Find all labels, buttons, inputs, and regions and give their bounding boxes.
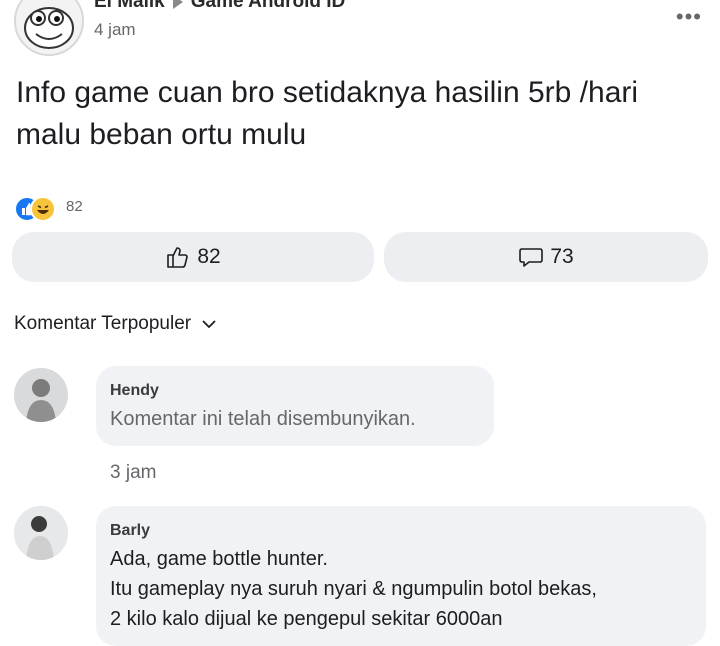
comment-text: Komentar ini telah disembunyikan. bbox=[110, 408, 416, 430]
like-count: 82 bbox=[197, 245, 221, 268]
comment-line: 2 kilo kalo dijual ke pengepul sekitar 6… bbox=[110, 608, 503, 630]
reaction-count: 82 bbox=[66, 198, 83, 215]
comment-line: Itu gameplay nya suruh nyari & ngumpulin… bbox=[110, 578, 597, 600]
like-button[interactable]: 82 bbox=[12, 232, 374, 282]
post-text: Info game cuan bro setidaknya hasilin 5r… bbox=[16, 76, 639, 151]
comment-time: 3 jam bbox=[110, 462, 157, 483]
comment-sort-dropdown[interactable]: Komentar Terpopuler bbox=[14, 313, 217, 335]
commenter-avatar[interactable] bbox=[14, 368, 68, 422]
thumbs-up-icon bbox=[167, 247, 189, 268]
comment-button[interactable]: 73 bbox=[384, 232, 708, 282]
chevron-down-icon bbox=[202, 320, 216, 329]
arrow-right-icon bbox=[172, 0, 183, 9]
person-photo-icon bbox=[14, 506, 68, 560]
post-author-line: El Malik Game Android ID bbox=[94, 0, 345, 13]
sort-label: Komentar Terpopuler bbox=[14, 313, 192, 334]
comment-bubble: Barly Ada, game bottle hunter. Itu gamep… bbox=[96, 506, 706, 646]
author-avatar[interactable] bbox=[14, 0, 84, 56]
haha-reaction-icon bbox=[30, 196, 56, 222]
comment-bubble: Hendy Komentar ini telah disembunyikan. bbox=[96, 366, 494, 446]
commenter-name[interactable]: Hendy bbox=[110, 382, 159, 400]
person-photo-icon bbox=[14, 368, 68, 422]
group-name[interactable]: Game Android ID bbox=[191, 0, 345, 12]
post-time: 4 jam bbox=[94, 20, 136, 39]
comment-body: Ada, game bottle hunter. Itu gameplay ny… bbox=[110, 544, 597, 634]
cartoon-avatar-icon bbox=[24, 7, 74, 49]
comment-icon bbox=[519, 248, 544, 267]
more-options-icon[interactable]: ••• bbox=[676, 4, 702, 30]
comment-line: Ada, game bottle hunter. bbox=[110, 548, 328, 570]
commenter-avatar[interactable] bbox=[14, 506, 68, 560]
comment-count: 73 bbox=[550, 245, 574, 268]
author-name[interactable]: El Malik bbox=[94, 0, 165, 12]
commenter-name[interactable]: Barly bbox=[110, 522, 150, 540]
